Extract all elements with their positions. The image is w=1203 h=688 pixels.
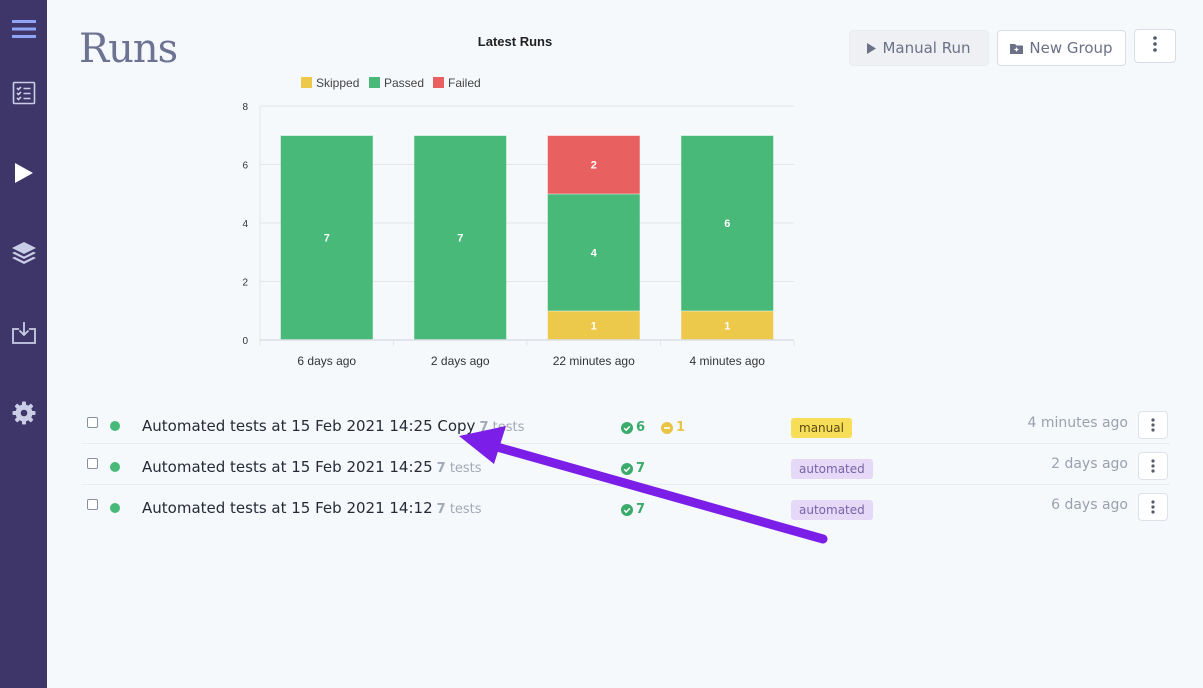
checklist-icon[interactable] xyxy=(0,76,47,110)
kebab-icon xyxy=(1151,500,1155,514)
y-tick-label: 8 xyxy=(242,102,248,113)
skipped-value: 1 xyxy=(676,420,686,435)
menu-icon[interactable] xyxy=(0,12,47,46)
y-tick-label: 0 xyxy=(242,336,248,347)
play-icon xyxy=(867,42,877,54)
run-title[interactable]: Automated tests at 15 Feb 2021 14:25 7 te… xyxy=(142,458,482,476)
new-group-button[interactable]: New Group xyxy=(997,30,1126,66)
run-title-text: Automated tests at 15 Feb 2021 14:25 Cop… xyxy=(142,417,476,435)
x-tick-label: 4 minutes ago xyxy=(690,354,766,368)
y-tick-label: 6 xyxy=(242,161,248,172)
run-title[interactable]: Automated tests at 15 Feb 2021 14:25 Cop… xyxy=(142,417,524,435)
bar-data-label: 6 xyxy=(724,218,730,230)
check-circle-icon xyxy=(621,462,633,475)
y-tick-label: 4 xyxy=(242,219,248,230)
latest-runs-chart: Latest Runs Skipped Passed Failed 0 2 4 6 8 7 6 da… xyxy=(242,34,795,368)
run-row[interactable]: Automated tests at 15 Feb 2021 14:12 7 te… xyxy=(81,485,1170,525)
check-circle-icon xyxy=(621,503,633,516)
run-tag[interactable]: automated xyxy=(791,500,873,520)
run-checkbox[interactable] xyxy=(87,417,98,428)
status-dot xyxy=(110,462,120,472)
x-tick-label: 2 days ago xyxy=(431,354,490,368)
legend-swatch xyxy=(301,77,312,88)
new-group-label: New Group xyxy=(1029,39,1113,57)
passed-value: 6 xyxy=(636,420,646,435)
tests-count: 7 tests xyxy=(437,502,482,517)
status-dot xyxy=(110,503,120,513)
folder-add-icon xyxy=(1010,43,1024,54)
skipped-count: 1 xyxy=(661,420,685,435)
bar-data-label: 2 xyxy=(591,160,597,172)
tests-label: tests xyxy=(492,420,525,435)
run-more-button[interactable] xyxy=(1138,411,1168,439)
kebab-icon xyxy=(1151,418,1155,432)
layers-icon[interactable] xyxy=(0,236,47,270)
sidebar xyxy=(0,0,47,688)
check-circle-icon xyxy=(621,421,633,434)
tests-count-value: 7 xyxy=(479,420,489,435)
minus-circle-icon xyxy=(661,421,673,434)
tests-label: tests xyxy=(449,502,482,517)
y-tick-label: 2 xyxy=(242,278,248,289)
legend-label: Passed xyxy=(384,76,424,90)
run-time: 2 days ago xyxy=(1051,456,1128,472)
legend-swatch xyxy=(433,77,444,88)
manual-run-label: Manual Run xyxy=(882,39,971,57)
kebab-icon xyxy=(1153,36,1157,56)
run-title-text: Automated tests at 15 Feb 2021 14:12 xyxy=(142,499,433,517)
bar-data-label: 7 xyxy=(457,233,463,245)
gear-icon[interactable] xyxy=(0,396,47,430)
run-tag[interactable]: automated xyxy=(791,459,873,479)
legend-label: Skipped xyxy=(316,76,359,90)
x-tick-label: 6 days ago xyxy=(297,354,356,368)
tests-count: 7 tests xyxy=(437,461,482,476)
status-dot xyxy=(110,421,120,431)
run-tag[interactable]: manual xyxy=(791,418,852,438)
bar-data-label: 7 xyxy=(324,233,330,245)
run-checkbox[interactable] xyxy=(87,499,98,510)
passed-count: 7 xyxy=(621,502,645,517)
bar-data-label: 1 xyxy=(591,320,597,332)
run-time: 6 days ago xyxy=(1051,497,1128,513)
download-icon[interactable] xyxy=(0,316,47,350)
passed-count: 6 xyxy=(621,420,645,435)
legend-swatch xyxy=(369,77,380,88)
tests-label: tests xyxy=(449,461,482,476)
passed-value: 7 xyxy=(636,461,646,476)
passed-count: 7 xyxy=(621,461,645,476)
run-title-text: Automated tests at 15 Feb 2021 14:25 xyxy=(142,458,433,476)
manual-run-button[interactable]: Manual Run xyxy=(849,30,989,66)
chart-title: Latest Runs xyxy=(478,34,552,49)
run-more-button[interactable] xyxy=(1138,452,1168,480)
run-time: 4 minutes ago xyxy=(1027,415,1128,431)
tests-count: 7 tests xyxy=(479,420,524,435)
page-title: Runs xyxy=(79,26,178,72)
play-icon[interactable] xyxy=(0,156,47,190)
run-row[interactable]: Automated tests at 15 Feb 2021 14:25 7 te… xyxy=(81,444,1170,485)
kebab-icon xyxy=(1151,459,1155,473)
bar-data-label: 1 xyxy=(724,320,730,332)
tests-count-value: 7 xyxy=(436,461,446,476)
legend-label: Failed xyxy=(448,76,481,90)
run-row[interactable]: Automated tests at 15 Feb 2021 14:25 Cop… xyxy=(81,403,1170,444)
run-checkbox[interactable] xyxy=(87,458,98,469)
passed-value: 7 xyxy=(636,502,646,517)
x-tick-label: 22 minutes ago xyxy=(553,354,635,368)
run-more-button[interactable] xyxy=(1138,493,1168,521)
more-options-button[interactable] xyxy=(1134,29,1176,63)
run-title[interactable]: Automated tests at 15 Feb 2021 14:12 7 te… xyxy=(142,499,482,517)
bar-data-label: 4 xyxy=(591,247,598,259)
tests-count-value: 7 xyxy=(436,502,446,517)
